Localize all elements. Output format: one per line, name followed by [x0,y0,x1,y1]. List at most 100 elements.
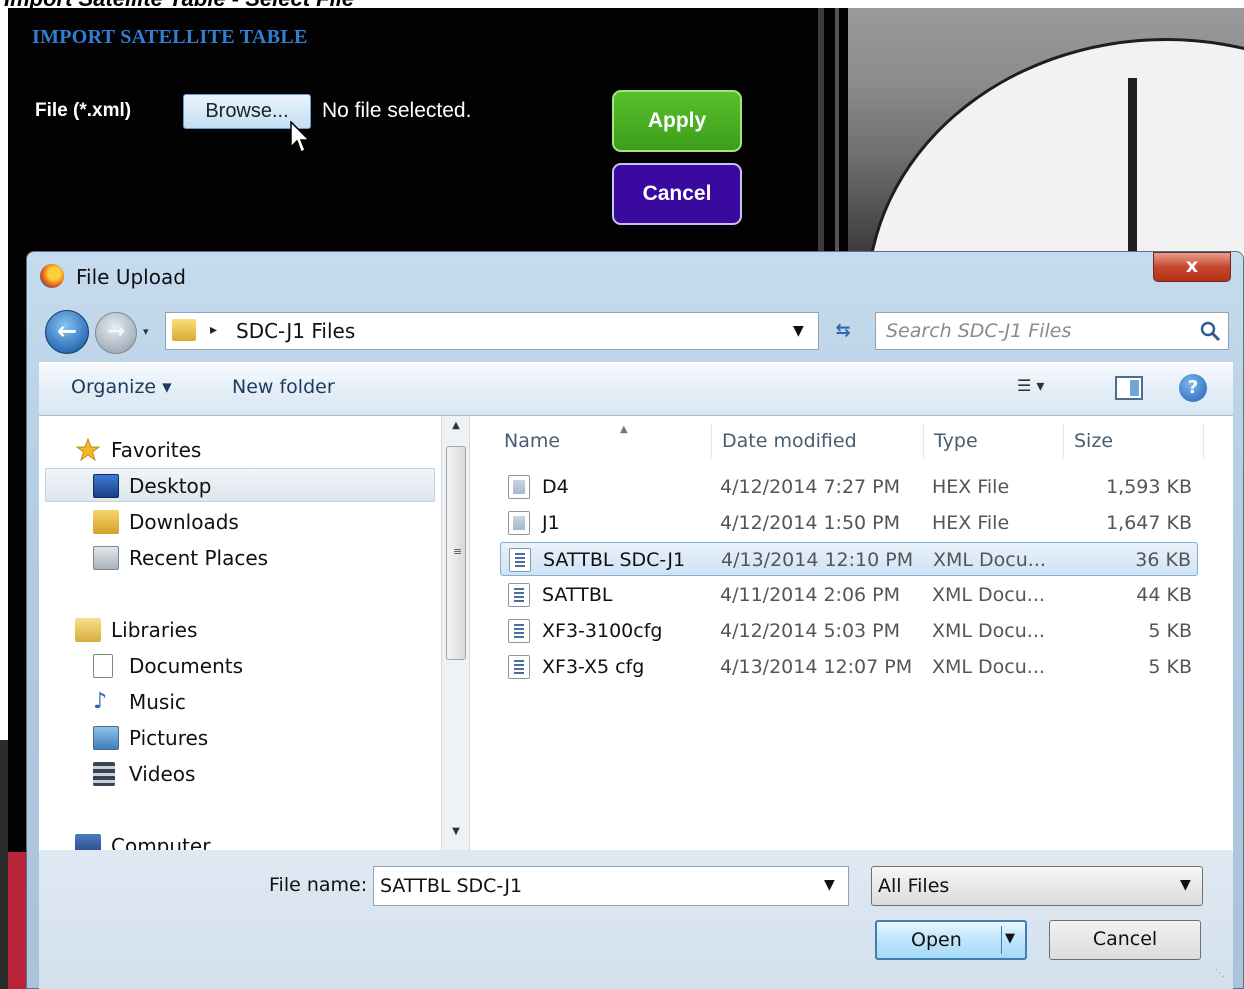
scroll-thumb[interactable]: ≡ [446,446,466,660]
panel-divider [835,8,839,253]
firefox-icon [40,264,64,288]
scroll-up-icon[interactable]: ▲ [442,420,470,440]
nav-label: Libraries [111,618,198,642]
background-strip [0,740,8,989]
file-name: SATTBL SDC-J1 [543,549,686,571]
file-upload-dialog: File Upload x ← → ▾ ▸ SDC-J1 Files ▼ ⇆ O… [26,251,1244,989]
file-type: XML Docu... [932,620,1045,642]
column-header-name[interactable]: Name ▲ [494,424,712,458]
file-type: HEX File [932,512,1010,534]
address-bar[interactable]: ▸ SDC-J1 Files ▼ [165,312,819,350]
forward-arrow-icon[interactable]: → [95,312,137,354]
file-date: 4/12/2014 1:50 PM [720,512,901,534]
file-size: 5 KB [1148,620,1192,642]
help-icon[interactable]: ? [1179,374,1207,402]
hex-file-icon [508,511,530,535]
background-photo [848,8,1244,253]
breadcrumb-folder[interactable]: SDC-J1 Files [236,319,355,343]
nav-label: Favorites [111,438,202,462]
no-file-text: No file selected. [322,99,472,122]
nav-label: Desktop [129,474,212,498]
file-row[interactable]: D4 4/12/2014 7:27 PM HEX File 1,593 KB [500,470,1198,504]
music-icon: ♪ [93,689,108,714]
organize-button[interactable]: Organize ▾ [71,376,172,398]
preview-pane-icon[interactable] [1115,376,1143,400]
file-row[interactable]: XF3-X5 cfg 4/13/2014 12:07 PM XML Docu..… [500,650,1198,684]
documents-icon [93,654,113,678]
close-button[interactable]: x [1153,252,1231,282]
column-header-size[interactable]: Size [1064,424,1204,458]
file-name: XF3-X5 cfg [542,656,645,678]
file-row-selected[interactable]: SATTBL SDC-J1 4/13/2014 12:10 PM XML Doc… [500,542,1198,576]
address-dropdown-icon[interactable]: ▼ [793,323,804,339]
file-date: 4/12/2014 5:03 PM [720,620,901,642]
file-name-combobox[interactable]: ▼ [373,866,849,906]
file-name-input[interactable] [380,873,810,899]
refresh-icon[interactable]: ⇆ [823,314,863,348]
file-name: XF3-3100cfg [542,620,663,642]
new-folder-button[interactable]: New folder [232,376,335,398]
breadcrumb-arrow-icon[interactable]: ▸ [210,322,217,338]
column-header-label: Type [934,430,978,452]
open-dropdown-icon[interactable]: ▼ [1005,931,1015,946]
search-box[interactable] [875,312,1229,350]
photo-dish-shape [866,38,1244,253]
nav-label: Downloads [129,510,239,534]
search-input[interactable] [886,318,1186,344]
nav-label: Computer [111,834,211,850]
history-dropdown-icon[interactable]: ▾ [143,325,155,338]
cancel-button[interactable]: Cancel [1049,920,1201,960]
nav-scrollbar[interactable]: ▲ ≡ ▼ [441,416,469,850]
dialog-title: File Upload [76,265,186,289]
file-row[interactable]: J1 4/12/2014 1:50 PM HEX File 1,647 KB [500,506,1198,540]
resize-grip-icon[interactable]: ⋱ [1215,968,1225,979]
dialog-bottom-area: File name: ▼ All Files ▼ Open ▼ Cancel ⋱ [39,850,1233,989]
file-date: 4/13/2014 12:07 PM [720,656,913,678]
nav-label: Pictures [129,726,209,750]
file-list-pane: Name ▲ Date modified Type Size D4 4/12/2… [469,416,1233,850]
folder-icon [172,319,196,341]
xml-file-icon [508,583,530,607]
scroll-grip-icon: ≡ [453,545,463,558]
hex-file-icon [508,475,530,499]
back-arrow-icon[interactable]: ← [45,310,89,354]
xml-file-icon [508,619,530,643]
file-type: XML Docu... [932,656,1045,678]
open-button[interactable]: Open ▼ [875,920,1027,960]
file-row[interactable]: SATTBL 4/11/2014 2:06 PM XML Docu... 44 … [500,578,1198,612]
file-name: J1 [542,512,560,534]
file-date: 4/12/2014 7:27 PM [720,476,901,498]
filter-dropdown-icon: ▼ [1180,877,1191,893]
file-name: SATTBL [542,584,613,606]
column-header-type[interactable]: Type [924,424,1064,458]
navigation-pane: Favorites Desktop Downloads Recent Place… [39,416,441,850]
sort-arrow-icon: ▲ [620,424,628,435]
file-row[interactable]: XF3-3100cfg 4/12/2014 5:03 PM XML Docu..… [500,614,1198,648]
file-type: XML Docu... [933,549,1046,571]
photo-pole-shape [1128,78,1137,253]
views-icon[interactable]: ☰ ▾ [1017,376,1077,402]
column-header-date[interactable]: Date modified [712,424,924,458]
cancel-web-button[interactable]: Cancel [612,163,742,225]
file-date: 4/11/2014 2:06 PM [720,584,901,606]
column-header-label: Date modified [722,430,857,452]
panel-divider [818,8,824,253]
nav-label: Music [129,690,186,714]
file-type-filter-select[interactable]: All Files ▼ [871,866,1203,906]
apply-button[interactable]: Apply [612,90,742,152]
desktop-icon [93,474,119,498]
videos-icon [93,762,115,786]
libraries-icon [75,618,101,642]
downloads-icon [93,510,119,534]
file-name-dropdown-icon[interactable]: ▼ [824,877,835,893]
file-size: 1,593 KB [1106,476,1192,498]
pictures-icon [93,726,119,750]
import-heading: IMPORT SATELLITE TABLE [32,26,308,48]
file-size: 1,647 KB [1106,512,1192,534]
mouse-cursor-icon [290,121,311,154]
file-label: File (*.xml) [35,100,132,121]
search-icon[interactable] [1198,319,1222,343]
file-name: D4 [542,476,569,498]
file-size: 36 KB [1135,549,1191,571]
scroll-down-icon[interactable]: ▼ [442,826,470,846]
